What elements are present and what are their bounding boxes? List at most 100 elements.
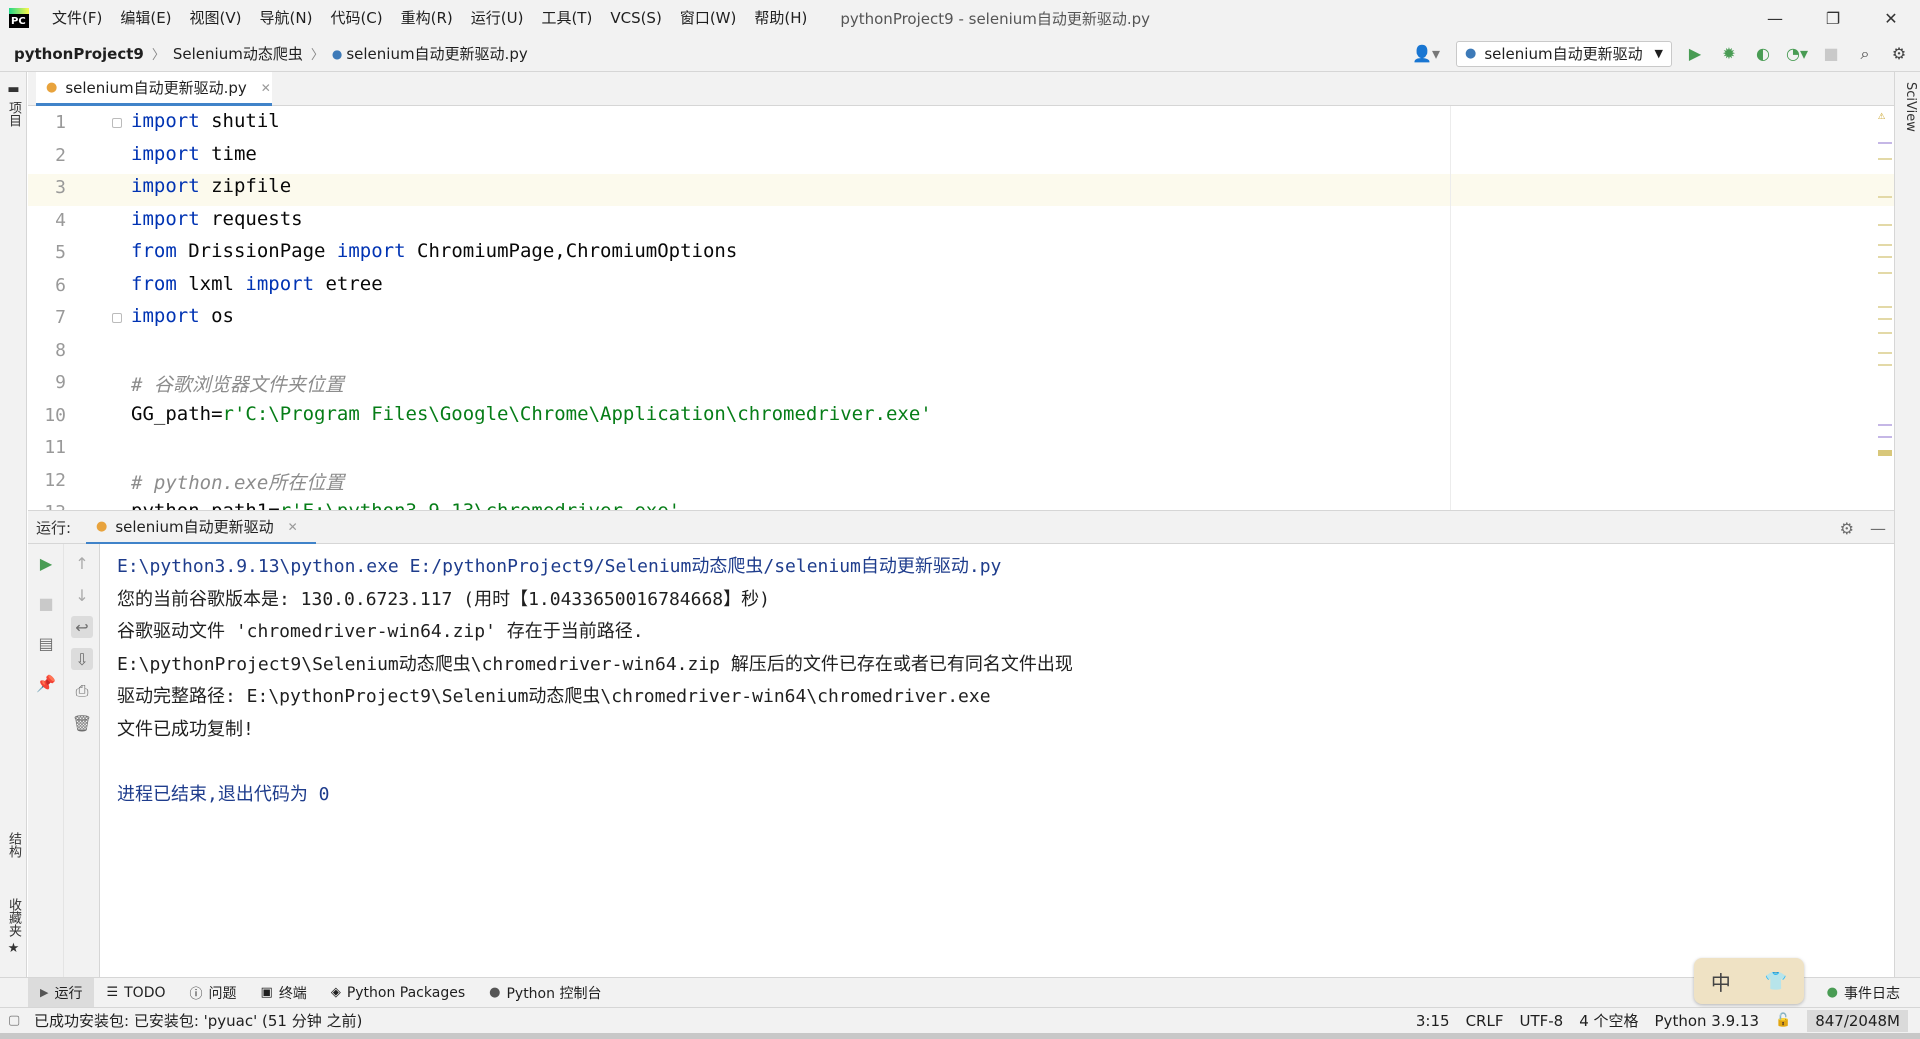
- code-text: requests: [199, 208, 303, 230]
- menu-file[interactable]: 文件(F): [43, 0, 111, 36]
- tab-terminal[interactable]: ▣ 终端: [249, 978, 319, 1008]
- stop-icon[interactable]: ■: [1820, 43, 1842, 65]
- run-tab-label: selenium自动更新驱动: [115, 518, 274, 536]
- sciview-tool-tab[interactable]: SciView: [1898, 82, 1918, 132]
- toggle-tool-windows-icon[interactable]: ▢: [8, 1013, 20, 1028]
- error-stripe[interactable]: ⚠: [1876, 106, 1894, 510]
- python-file-icon: ●: [46, 80, 58, 95]
- status-bar: ▢ 已成功安装包: 已安装包: 'pyuac' (51 分钟 之前) 3:15 …: [0, 1007, 1920, 1033]
- chevron-right-icon: 〉: [310, 48, 324, 63]
- run-icon: ▶: [40, 986, 49, 999]
- soft-wrap-icon[interactable]: ↩: [71, 616, 93, 638]
- tab-todo[interactable]: ☰ TODO: [94, 978, 177, 1008]
- layout-icon[interactable]: ▤: [35, 632, 57, 654]
- settings-icon[interactable]: ⚙: [1840, 519, 1854, 538]
- fold-marker-icon[interactable]: [112, 118, 122, 128]
- profile-icon[interactable]: ◔▾: [1786, 43, 1808, 65]
- python-icon: ●: [96, 519, 108, 534]
- breadcrumb-project[interactable]: pythonProject9: [0, 45, 144, 63]
- ime-mode[interactable]: 中: [1711, 967, 1731, 996]
- tab-problems-label: 问题: [208, 985, 237, 1002]
- fold-marker-icon[interactable]: [112, 313, 122, 323]
- code-line: from DrissionPage import ChromiumPage,Ch…: [131, 240, 737, 262]
- code-editor[interactable]: 1 2 3 4 5 6 7 8 9 10 11 12 13 import shu…: [28, 106, 1894, 510]
- line-separator[interactable]: CRLF: [1466, 1012, 1504, 1030]
- scroll-to-end-icon[interactable]: ⇩: [71, 648, 93, 670]
- print-icon[interactable]: ⎙: [71, 680, 93, 702]
- tab-run[interactable]: ▶ 运行: [28, 977, 95, 1008]
- pin-icon[interactable]: 📌: [35, 672, 57, 694]
- run-configuration-select[interactable]: ● selenium自动更新驱动 ▼: [1456, 40, 1672, 67]
- coverage-icon[interactable]: ◐: [1752, 43, 1774, 65]
- status-message[interactable]: 已成功安装包: 已安装包: 'pyuac' (51 分钟 之前): [34, 1010, 362, 1031]
- keyword: import: [131, 175, 200, 197]
- memory-indicator[interactable]: 847/2048M: [1807, 1009, 1908, 1032]
- rerun-icon[interactable]: ▶: [35, 552, 57, 574]
- python-interpreter[interactable]: Python 3.9.13: [1655, 1012, 1759, 1030]
- info-icon: ⓘ: [189, 987, 203, 1002]
- stop-icon[interactable]: ■: [35, 592, 57, 614]
- restore-button[interactable]: ❐: [1804, 0, 1862, 36]
- warning-icon[interactable]: ⚠: [1878, 108, 1885, 122]
- menu-help[interactable]: 帮助(H): [745, 0, 816, 36]
- structure-tool-tab[interactable]: 结构: [3, 832, 23, 858]
- keyword: import: [336, 240, 406, 262]
- tab-python-packages[interactable]: ◈ Python Packages: [319, 978, 477, 1008]
- list-icon: ☰: [106, 985, 119, 1000]
- menu-navigate[interactable]: 导航(N): [251, 0, 322, 36]
- navigation-bar: pythonProject9 〉 Selenium动态爬虫 〉 ● seleni…: [0, 36, 1920, 72]
- arrow-up-icon[interactable]: ↑: [71, 552, 93, 574]
- right-tool-strip: SciView: [1894, 72, 1920, 977]
- run-icon[interactable]: ▶: [1684, 43, 1706, 65]
- tab-problems[interactable]: ⓘ 问题: [178, 978, 249, 1008]
- file-encoding[interactable]: UTF-8: [1519, 1012, 1563, 1030]
- run-console[interactable]: E:\python3.9.13\python.exe E:/pythonProj…: [100, 544, 1894, 977]
- lock-icon[interactable]: 🔓: [1775, 1013, 1791, 1028]
- menu-tools[interactable]: 工具(T): [532, 0, 601, 36]
- star-icon: ★: [6, 941, 21, 957]
- debug-icon[interactable]: ✹: [1718, 43, 1740, 65]
- breadcrumb-folder[interactable]: Selenium动态爬虫: [165, 43, 303, 64]
- code-text: os: [199, 305, 234, 327]
- run-tab[interactable]: ● selenium自动更新驱动 ✕: [86, 511, 316, 545]
- editor-tab[interactable]: ● selenium自动更新驱动.py ✕: [36, 72, 272, 106]
- python-file-icon: ●: [331, 46, 343, 61]
- tab-python-packages-label: Python Packages: [346, 984, 466, 1001]
- close-icon[interactable]: ✕: [261, 81, 271, 95]
- minimize-button[interactable]: —: [1746, 0, 1804, 36]
- chevron-down-icon: ▼: [1654, 47, 1663, 60]
- trash-icon[interactable]: 🗑: [71, 712, 93, 734]
- console-line: 谷歌驱动文件 'chromedriver-win64.zip' 存在于当前路径.: [117, 621, 644, 642]
- menu-view[interactable]: 视图(V): [181, 0, 251, 36]
- menu-window[interactable]: 窗口(W): [671, 0, 746, 36]
- arrow-down-icon[interactable]: ↓: [71, 584, 93, 606]
- menu-run[interactable]: 运行(U): [462, 0, 533, 36]
- settings-icon[interactable]: ⚙: [1888, 43, 1910, 65]
- code-text: time: [199, 143, 257, 165]
- skin-icon[interactable]: 👕: [1765, 971, 1787, 992]
- event-log-icon: ●: [1826, 985, 1838, 1000]
- indent-setting[interactable]: 4 个空格: [1579, 1010, 1638, 1031]
- terminal-icon: ▣: [260, 985, 273, 1000]
- menu-edit[interactable]: 编辑(E): [111, 0, 180, 36]
- tab-python-console[interactable]: ● Python 控制台: [477, 978, 613, 1008]
- close-button[interactable]: ✕: [1862, 0, 1920, 36]
- editor-tab-bar: ● selenium自动更新驱动.py ✕: [28, 72, 1894, 106]
- line-number: 4: [55, 210, 66, 231]
- run-configuration-label: selenium自动更新驱动: [1484, 45, 1643, 63]
- hide-icon[interactable]: —: [1870, 519, 1886, 538]
- line-number: 1: [55, 112, 66, 133]
- menu-refactor[interactable]: 重构(R): [392, 0, 462, 36]
- caret-position[interactable]: 3:15: [1416, 1012, 1450, 1030]
- close-icon[interactable]: ✕: [288, 520, 298, 534]
- user-icon[interactable]: 👤▾: [1408, 43, 1444, 65]
- project-tool-tab[interactable]: ▬ 项目: [3, 82, 23, 127]
- breadcrumb-file[interactable]: ● selenium自动更新驱动.py: [324, 43, 528, 64]
- ime-toolbar[interactable]: 中 👕: [1694, 958, 1804, 1004]
- event-log-button[interactable]: ● 事件日志: [1827, 983, 1920, 1003]
- tab-run-label: 运行: [54, 985, 83, 1002]
- menu-vcs[interactable]: VCS(S): [601, 0, 670, 36]
- search-icon[interactable]: ⌕: [1854, 43, 1876, 65]
- menu-code[interactable]: 代码(C): [321, 0, 391, 36]
- favorites-tool-tab[interactable]: 收藏夹 ★: [3, 898, 23, 956]
